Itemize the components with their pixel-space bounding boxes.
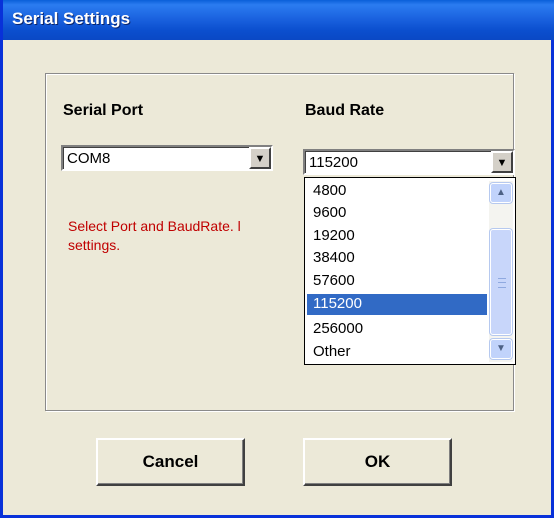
- list-item[interactable]: 9600: [311, 203, 487, 224]
- serial-port-dropdown-button[interactable]: ▼: [249, 147, 271, 169]
- baud-rate-select[interactable]: 115200 ▼: [303, 149, 515, 175]
- serial-port-select[interactable]: COM8 ▼: [61, 145, 273, 171]
- instruction-text-line: Select Port and BaudRate. l: [68, 218, 241, 234]
- scroll-thumb[interactable]: [490, 229, 512, 335]
- list-item[interactable]: Other: [311, 342, 487, 363]
- serial-port-value: COM8: [67, 150, 111, 167]
- grip-icon: [498, 278, 506, 288]
- baud-rate-dropdown-list[interactable]: 4800 9600 19200 38400 57600 115200 25600…: [304, 177, 516, 365]
- scroll-up-button[interactable]: ▲: [490, 183, 512, 203]
- baud-rate-label: Baud Rate: [305, 102, 385, 119]
- chevron-down-icon: ▼: [254, 153, 266, 165]
- instruction-text: Select Port and BaudRate. l settings.: [68, 217, 308, 255]
- serial-port-label: Serial Port: [63, 102, 144, 119]
- scroll-up-icon: ▲: [496, 187, 506, 198]
- baud-rate-value: 115200: [309, 154, 358, 171]
- serial-settings-dialog: Serial Settings Serial Port Baud Rate CO…: [0, 0, 554, 518]
- scroll-down-icon: ▼: [496, 343, 506, 354]
- title-bar[interactable]: Serial Settings: [3, 0, 554, 40]
- scroll-down-button[interactable]: ▼: [490, 339, 512, 359]
- window-title: Serial Settings: [12, 9, 131, 28]
- list-item[interactable]: 19200: [311, 226, 487, 247]
- list-scrollbar[interactable]: ▲ ▼: [489, 181, 513, 362]
- cancel-button[interactable]: Cancel: [96, 438, 245, 486]
- list-item[interactable]: 4800: [311, 181, 487, 202]
- list-item-selected[interactable]: 115200: [307, 294, 487, 315]
- chevron-down-icon: ▼: [496, 157, 508, 169]
- list-item[interactable]: 256000: [311, 319, 487, 340]
- instruction-text-line: settings.: [68, 237, 121, 253]
- ok-button[interactable]: OK: [303, 438, 452, 486]
- baud-rate-dropdown-button[interactable]: ▼: [491, 151, 513, 173]
- list-item[interactable]: 57600: [311, 271, 487, 292]
- list-item[interactable]: 38400: [311, 248, 487, 269]
